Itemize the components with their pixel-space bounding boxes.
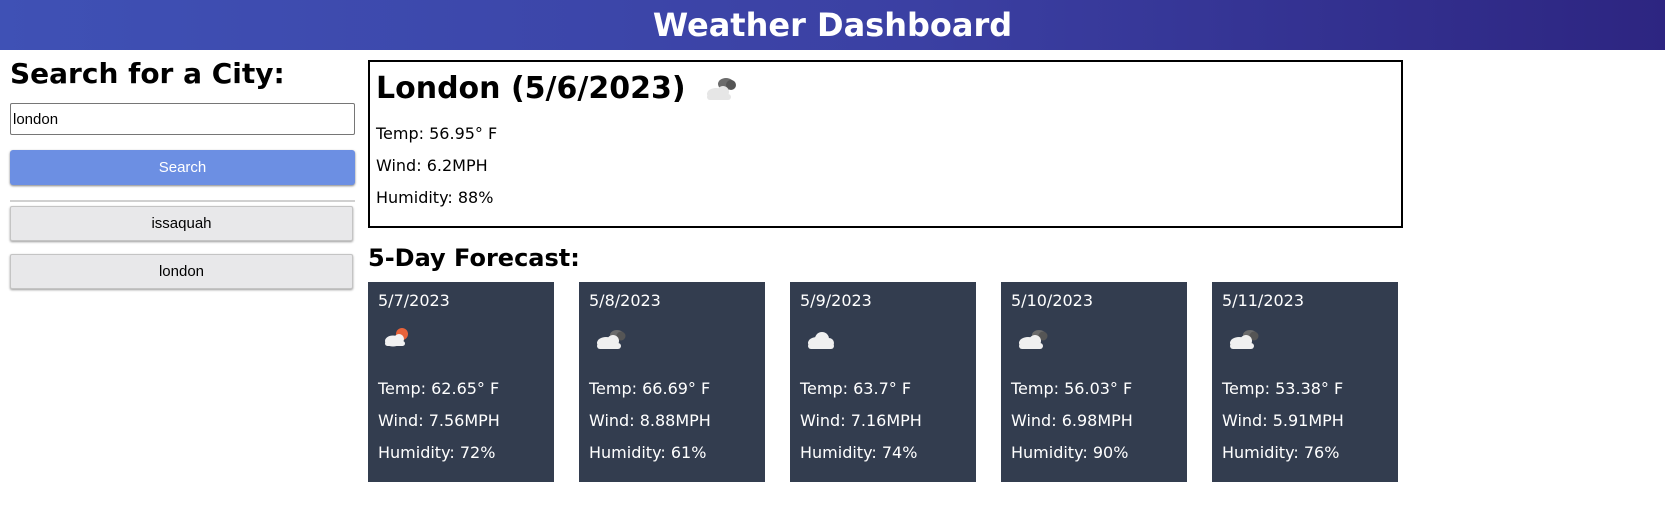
forecast-humidity: Humidity: 61%: [589, 443, 707, 462]
forecast-date: 5/9/2023: [800, 291, 872, 310]
current-weather-panel: London (5/6/2023) Temp: 56.95° F Wind: 6…: [368, 60, 1403, 228]
city-search-input[interactable]: [10, 103, 355, 135]
forecast-card: 5/10/2023 Temp: 56.03° F Wind: 6.98MPH H…: [1001, 282, 1187, 482]
forecast-card: 5/7/2023 Temp: 62.65° F Wind: 7.56MPH Hu…: [368, 282, 554, 482]
broken-clouds-icon: [591, 323, 755, 367]
forecast-card: 5/11/2023 Temp: 53.38° F Wind: 5.91MPH H…: [1212, 282, 1398, 482]
forecast-date: 5/11/2023: [1222, 291, 1305, 310]
history-button-issaquah[interactable]: issaquah: [10, 206, 353, 241]
forecast-wind: Wind: 7.16MPH: [800, 411, 922, 430]
forecast-humidity: Humidity: 72%: [378, 443, 496, 462]
forecast-date: 5/8/2023: [589, 291, 661, 310]
scattered-clouds-icon: [802, 323, 966, 367]
broken-clouds-icon: [1013, 323, 1177, 367]
search-sidebar: Search for a City: Search issaquah londo…: [10, 56, 355, 289]
forecast-temp: Temp: 66.69° F: [589, 379, 711, 398]
search-heading: Search for a City:: [10, 57, 285, 90]
forecast-temp: Temp: 56.03° F: [1011, 379, 1133, 398]
page-header: Weather Dashboard: [0, 0, 1665, 50]
broken-clouds-icon: [700, 75, 740, 103]
forecast-wind: Wind: 6.98MPH: [1011, 411, 1133, 430]
forecast-humidity: Humidity: 90%: [1011, 443, 1129, 462]
forecast-wind: Wind: 5.91MPH: [1222, 411, 1344, 430]
forecast-temp: Temp: 53.38° F: [1222, 379, 1344, 398]
forecast-card: 5/8/2023 Temp: 66.69° F Wind: 8.88MPH Hu…: [579, 282, 765, 482]
forecast-temp: Temp: 62.65° F: [378, 379, 500, 398]
forecast-date: 5/7/2023: [378, 291, 450, 310]
forecast-humidity: Humidity: 76%: [1222, 443, 1340, 462]
broken-clouds-icon: [1224, 323, 1388, 367]
current-city-title: London (5/6/2023): [376, 70, 686, 106]
sidebar-divider: [10, 200, 355, 202]
forecast-wind: Wind: 8.88MPH: [589, 411, 711, 430]
current-humidity: Humidity: 88%: [376, 188, 494, 207]
few-clouds-icon: [380, 323, 544, 367]
forecast-heading: 5-Day Forecast:: [368, 244, 580, 272]
forecast-card: 5/9/2023 Temp: 63.7° F Wind: 7.16MPH Hum…: [790, 282, 976, 482]
forecast-wind: Wind: 7.56MPH: [378, 411, 500, 430]
forecast-temp: Temp: 63.7° F: [800, 379, 912, 398]
search-button[interactable]: Search: [10, 150, 355, 185]
forecast-humidity: Humidity: 74%: [800, 443, 918, 462]
forecast-date: 5/10/2023: [1011, 291, 1094, 310]
current-temp: Temp: 56.95° F: [376, 124, 498, 143]
page-title: Weather Dashboard: [652, 6, 1013, 44]
current-wind: Wind: 6.2MPH: [376, 156, 488, 175]
history-button-london[interactable]: london: [10, 254, 353, 289]
